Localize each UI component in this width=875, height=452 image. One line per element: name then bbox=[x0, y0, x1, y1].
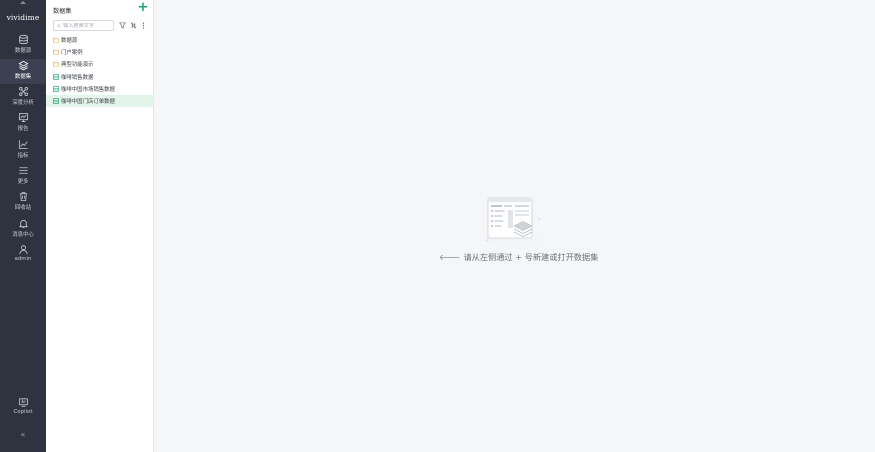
empty-state-illustration bbox=[484, 197, 544, 242]
tree-item-label: 典型功能演示 bbox=[61, 62, 94, 69]
dataset-table-icon bbox=[53, 86, 59, 92]
nav-item-more[interactable]: 更多 bbox=[0, 164, 46, 189]
metric-icon bbox=[18, 140, 28, 150]
folder-icon bbox=[53, 37, 59, 43]
more-options-button[interactable] bbox=[139, 20, 147, 30]
nav-label: Copilot bbox=[13, 409, 33, 415]
nav-label: 回收站 bbox=[14, 205, 32, 211]
tree-item-dataset[interactable]: 咖啡中国门店订单数据 bbox=[46, 94, 153, 108]
nav-label: 数据集 bbox=[14, 74, 32, 80]
nav-item-dataset[interactable]: 数据集 bbox=[0, 59, 46, 84]
nav-item-metric[interactable]: 指标 bbox=[0, 138, 46, 163]
nav-rail: vividime 数据源 数据集 深度分析 报告 指标 更多 回收站 消息中心 … bbox=[0, 0, 46, 452]
nav-label: 指标 bbox=[17, 153, 29, 159]
tree-item-folder[interactable]: 门户案例 bbox=[46, 46, 153, 58]
nav-item-recycle-bin[interactable]: 回收站 bbox=[0, 190, 46, 215]
menu-icon bbox=[18, 167, 28, 174]
nav-item-report[interactable]: 报告 bbox=[0, 111, 46, 136]
tree-item-label: 咖啡中国市场销售数据 bbox=[61, 86, 115, 93]
tree-item-dataset[interactable]: 咖啡中国市场销售数据 bbox=[46, 83, 153, 95]
trash-icon bbox=[19, 192, 27, 202]
empty-state-text: 请从左侧通过 + 号新建或打开数据集 bbox=[463, 252, 599, 262]
search-icon bbox=[57, 23, 61, 28]
user-icon bbox=[18, 245, 28, 255]
nav-item-message-center[interactable]: 消息中心 bbox=[0, 217, 46, 242]
filter-icon bbox=[118, 22, 126, 29]
analysis-icon bbox=[18, 87, 28, 96]
main-content: 🡐 请从左侧通过 + 号新建或打开数据集 bbox=[154, 0, 875, 452]
arrow-left-icon: 🡐 bbox=[439, 253, 461, 262]
layers-icon bbox=[18, 60, 28, 71]
panel-title: 数据集 bbox=[53, 8, 72, 15]
folder-icon bbox=[53, 62, 59, 68]
dataset-tree: 数据源 门户案例 典型功能演示 咖啡销售数据 咖啡中国市场销售数据 咖啡中国门店… bbox=[46, 34, 153, 108]
nav-label: 更多 bbox=[17, 179, 29, 185]
dataset-table-icon bbox=[53, 73, 59, 80]
brand-logo: vividime bbox=[6, 13, 40, 22]
folder-icon bbox=[53, 50, 59, 55]
dataset-panel: 数据集 + 数据源 门户案例 典型功能演示 咖啡销售数据 咖啡中国 bbox=[46, 0, 154, 452]
copilot-icon bbox=[18, 398, 28, 407]
database-icon bbox=[18, 34, 28, 45]
add-dataset-button[interactable]: + bbox=[137, 1, 149, 14]
scroll-up-icon[interactable] bbox=[0, 0, 46, 6]
search-box[interactable] bbox=[53, 20, 114, 31]
nav-label: admin bbox=[14, 256, 32, 262]
tree-item-folder[interactable]: 典型功能演示 bbox=[46, 58, 153, 70]
more-vertical-icon bbox=[142, 22, 144, 28]
collapse-sidebar-icon[interactable]: « bbox=[0, 430, 46, 440]
dataset-table-icon bbox=[53, 98, 59, 104]
nav-label: 数据源 bbox=[14, 48, 32, 54]
nav-label: 消息中心 bbox=[12, 232, 34, 238]
nav-item-datasource[interactable]: 数据源 bbox=[0, 33, 46, 58]
nav-label: 报告 bbox=[17, 126, 29, 132]
nav-item-deep-analysis[interactable]: 深度分析 bbox=[0, 85, 46, 110]
nav-label: 深度分析 bbox=[12, 100, 34, 106]
nav-item-copilot[interactable]: Copilot bbox=[0, 396, 46, 421]
tree-item-label: 门户案例 bbox=[61, 50, 83, 57]
tree-item-label: 咖啡销售数据 bbox=[61, 74, 94, 81]
nav-item-admin[interactable]: admin bbox=[0, 243, 46, 268]
tree-item-dataset[interactable]: 咖啡销售数据 bbox=[46, 71, 153, 83]
search-input[interactable] bbox=[63, 22, 113, 29]
tree-item-label: 数据源 bbox=[61, 38, 78, 45]
tree-item-folder[interactable]: 数据源 bbox=[46, 34, 153, 46]
tree-item-label: 咖啡中国门店订单数据 bbox=[61, 99, 115, 106]
empty-state-hint: 🡐 请从左侧通过 + 号新建或打开数据集 bbox=[439, 251, 598, 263]
filter-button[interactable] bbox=[118, 20, 126, 30]
bell-icon bbox=[18, 219, 28, 229]
sort-icon bbox=[130, 21, 136, 29]
sort-button[interactable] bbox=[129, 20, 137, 30]
report-icon bbox=[18, 113, 28, 122]
